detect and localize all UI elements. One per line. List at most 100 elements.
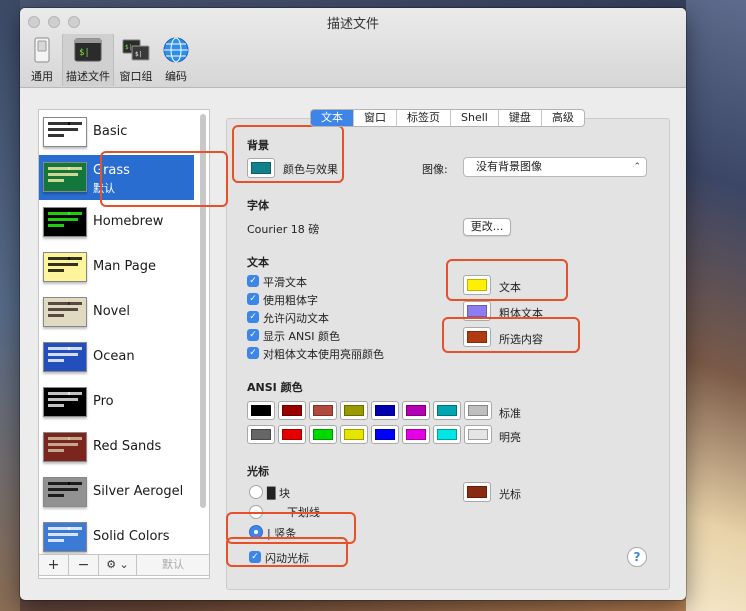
cursor-vertical-bar-radio[interactable] — [249, 525, 263, 539]
set-default-button[interactable]: 默认 — [137, 555, 209, 575]
tab-shell[interactable]: Shell — [451, 110, 499, 126]
ansi-bright-swatch-0[interactable] — [247, 425, 275, 444]
profile-thumbnail — [43, 477, 87, 507]
background-image-value: 没有背景图像 — [476, 160, 542, 173]
cursor-block-radio[interactable] — [249, 485, 263, 499]
profile-thumbnail — [43, 162, 87, 192]
toolbar-encodings[interactable]: 编码 — [158, 34, 194, 86]
text-color-swatch[interactable] — [463, 275, 491, 295]
bold-text-color-swatch[interactable] — [463, 301, 491, 321]
ansi-bright-swatch-7[interactable] — [464, 425, 492, 444]
profile-thumbnail — [43, 432, 87, 462]
profile-item-novel[interactable]: Novel — [39, 290, 194, 335]
profile-default-tag: 默认 — [93, 182, 115, 195]
cursor-heading: 光标 — [247, 465, 269, 478]
ansi-bright-swatch-1[interactable] — [278, 425, 306, 444]
bold-fonts-checkbox[interactable]: ✓ — [247, 293, 259, 305]
profile-thumbnail — [43, 117, 87, 147]
bold-text-color-fill — [467, 305, 487, 317]
background-image-popup[interactable]: 没有背景图像 ⌃ — [463, 157, 647, 177]
ansi-bright-swatch-3[interactable] — [340, 425, 368, 444]
color-effects-label: 颜色与效果 — [283, 163, 338, 176]
profile-name: Novel — [93, 304, 130, 319]
popup-updown-icon: ⌃ — [633, 162, 641, 172]
profile-name: Man Page — [93, 259, 157, 274]
selection-color-swatch[interactable] — [463, 327, 491, 347]
cursor-color-swatch[interactable] — [463, 482, 491, 502]
window-titlebar: 描述文件 通用 $| 描述文件 $| $| 窗口组 编码 — [20, 8, 686, 88]
ansi-bright-label: 明亮 — [499, 431, 521, 444]
profile-actions-gear-button[interactable]: ⚙ ⌄ — [99, 555, 137, 575]
smooth-text-checkbox[interactable]: ✓ — [247, 275, 259, 287]
toolbar-window-groups-label: 窗口组 — [119, 70, 153, 83]
profiles-terminal-icon: $| — [74, 38, 102, 62]
ansi-normal-swatch-0[interactable] — [247, 401, 275, 420]
ansi-normal-swatch-5[interactable] — [402, 401, 430, 420]
profiles-scrollbar[interactable] — [200, 114, 206, 508]
ansi-normal-label: 标准 — [499, 407, 521, 420]
profile-thumbnail — [43, 342, 87, 372]
profile-item-ocean[interactable]: Ocean — [39, 335, 194, 380]
toolbar-profiles[interactable]: $| 描述文件 — [62, 34, 114, 86]
general-switch-icon — [34, 37, 50, 63]
text-color-label: 文本 — [499, 281, 521, 294]
ansi-normal-swatch-3[interactable] — [340, 401, 368, 420]
profile-name: Silver Aerogel — [93, 484, 184, 499]
profile-thumbnail — [43, 207, 87, 237]
background-heading: 背景 — [247, 139, 269, 152]
font-value: Courier 18 磅 — [247, 223, 320, 236]
ansi-bright-swatch-2[interactable] — [309, 425, 337, 444]
cursor-vertical-bar-label: | 竖条 — [267, 527, 297, 540]
blinking-text-checkbox[interactable]: ✓ — [247, 311, 259, 323]
profile-name: Basic — [93, 124, 128, 139]
tab-window[interactable]: 窗口 — [354, 110, 397, 126]
profile-item-homebrew[interactable]: Homebrew — [39, 200, 194, 245]
profile-name: Solid Colors — [93, 529, 170, 544]
profile-item-basic[interactable]: Basic — [39, 110, 194, 155]
tab-tabs[interactable]: 标签页 — [397, 110, 451, 126]
profile-item-pro[interactable]: Pro — [39, 380, 194, 425]
profile-name: Red Sands — [93, 439, 162, 454]
toolbar-general[interactable]: 通用 — [24, 34, 60, 86]
profiles-toolbar: + − ⚙ ⌄ 默认 — [38, 554, 210, 576]
profile-thumbnail — [43, 297, 87, 327]
ansi-normal-swatch-7[interactable] — [464, 401, 492, 420]
ansi-colors-heading: ANSI 颜色 — [247, 381, 303, 394]
blink-cursor-checkbox[interactable]: ✓ — [249, 551, 261, 563]
ansi-bright-swatch-5[interactable] — [402, 425, 430, 444]
bright-bold-label: 对粗体文本使用亮丽颜色 — [263, 348, 384, 361]
desktop-background-right — [686, 0, 746, 611]
ansi-bright-swatch-6[interactable] — [433, 425, 461, 444]
profile-name: Ocean — [93, 349, 135, 364]
profile-thumbnail — [43, 252, 87, 282]
cursor-underline-label: 下划线 — [287, 506, 320, 519]
text-heading: 文本 — [247, 256, 269, 269]
bright-bold-checkbox[interactable]: ✓ — [247, 347, 259, 359]
profile-name: Grass — [93, 163, 130, 178]
bold-fonts-label: 使用粗体字 — [263, 294, 318, 307]
ansi-normal-swatch-4[interactable] — [371, 401, 399, 420]
selection-color-label: 所选内容 — [499, 333, 543, 346]
profile-item-silver-aerogel[interactable]: Silver Aerogel — [39, 470, 194, 515]
background-color-swatch[interactable] — [247, 158, 275, 178]
change-font-button[interactable]: 更改... — [463, 218, 511, 236]
toolbar-window-groups[interactable]: $| $| 窗口组 — [118, 34, 154, 86]
cursor-underline-radio[interactable] — [249, 505, 263, 519]
tab-text[interactable]: 文本 — [311, 110, 354, 126]
profile-item-man-page[interactable]: Man Page — [39, 245, 194, 290]
ansi-normal-swatch-2[interactable] — [309, 401, 337, 420]
tab-advanced[interactable]: 高级 — [542, 110, 584, 126]
add-profile-button[interactable]: + — [39, 555, 69, 575]
ansi-normal-swatch-6[interactable] — [433, 401, 461, 420]
background-color-fill — [251, 162, 271, 174]
ansi-bright-swatch-4[interactable] — [371, 425, 399, 444]
blink-cursor-label: 闪动光标 — [265, 552, 309, 565]
profile-item-grass[interactable]: Grass 默认 — [39, 155, 194, 200]
ansi-colors-checkbox[interactable]: ✓ — [247, 329, 259, 341]
profile-item-red-sands[interactable]: Red Sands — [39, 425, 194, 470]
tab-keyboard[interactable]: 键盘 — [499, 110, 542, 126]
profile-name: Pro — [93, 394, 114, 409]
ansi-normal-swatch-1[interactable] — [278, 401, 306, 420]
remove-profile-button[interactable]: − — [69, 555, 99, 575]
help-button[interactable]: ? — [627, 547, 647, 567]
